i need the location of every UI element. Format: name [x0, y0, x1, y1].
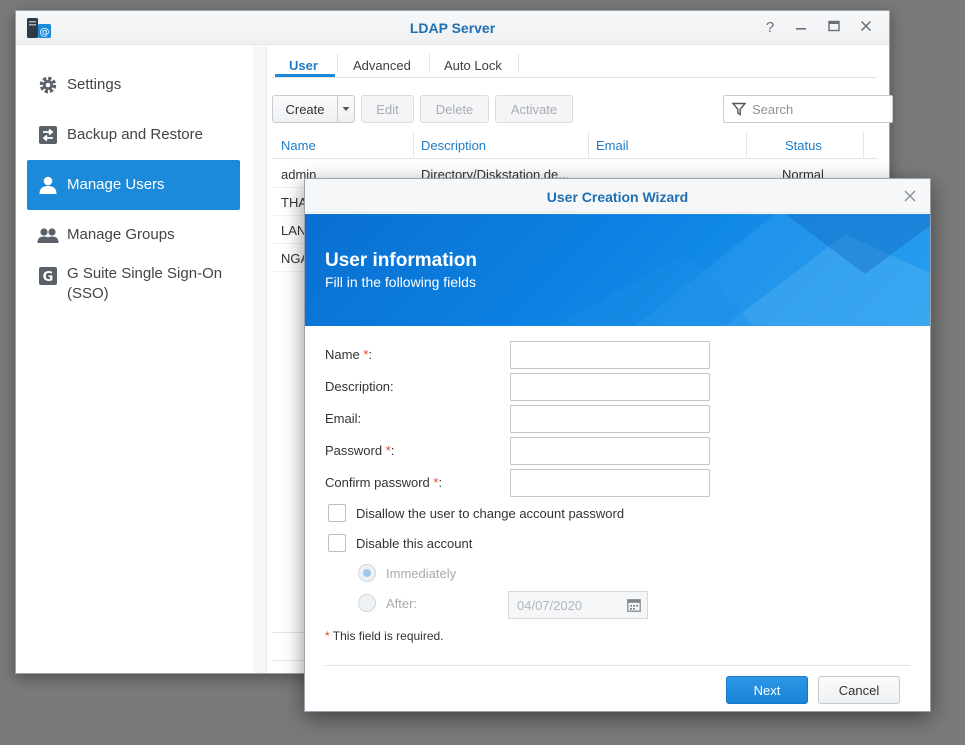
create-button[interactable]: Create	[272, 95, 338, 123]
column-divider[interactable]	[746, 132, 747, 159]
cell-name: LAN	[281, 223, 307, 238]
help-icon[interactable]: ?	[760, 18, 780, 38]
svg-text:G: G	[43, 270, 54, 285]
sidebar-item-manage-users[interactable]: Manage Users	[27, 160, 240, 210]
sidebar-item-manage-groups[interactable]: Manage Groups	[27, 210, 240, 260]
create-dropdown-button[interactable]	[337, 95, 355, 123]
user-icon	[37, 174, 59, 196]
name-field[interactable]	[510, 341, 710, 369]
active-tab-indicator	[275, 74, 335, 77]
sidebar-item-g-suite-sso[interactable]: G G Suite Single Sign-On (SSO)	[27, 260, 240, 318]
dialog-divider	[325, 665, 910, 666]
password-field[interactable]	[510, 437, 710, 465]
sidebar-item-label: Manage Users	[67, 176, 165, 193]
user-creation-wizard-dialog: User Creation Wizard User information Fi…	[304, 178, 931, 712]
immediately-label: Immediately	[386, 566, 457, 581]
column-header-status[interactable]: Status	[785, 138, 822, 153]
sidebar-item-label: Settings	[67, 76, 122, 93]
password-label: Password *:	[325, 443, 395, 458]
description-label: Description:	[325, 379, 394, 394]
close-icon[interactable]	[904, 186, 916, 207]
sidebar: Settings Backup and Restore Manage Users	[16, 46, 267, 673]
group-icon	[37, 224, 59, 246]
name-label: Name *:	[325, 347, 372, 362]
column-header-name[interactable]: Name	[281, 138, 316, 153]
search-box[interactable]	[723, 95, 893, 123]
required-asterisk: *	[325, 629, 330, 643]
column-header-email[interactable]: Email	[596, 138, 629, 153]
activate-button[interactable]: Activate	[495, 95, 573, 123]
banner-title: User information	[325, 250, 478, 271]
column-divider[interactable]	[863, 132, 864, 159]
column-divider[interactable]	[413, 132, 414, 159]
disable-account-label: Disable this account	[356, 536, 473, 551]
banner-subtitle: Fill in the following fields	[325, 274, 476, 290]
date-value: 04/07/2020	[517, 597, 583, 613]
window-titlebar[interactable]: @ LDAP Server ?	[16, 11, 889, 45]
search-input[interactable]	[752, 101, 882, 117]
dialog-title: User Creation Wizard	[546, 189, 689, 205]
tab-divider	[337, 54, 338, 72]
email-field[interactable]	[510, 405, 710, 433]
sidebar-item-label: Manage Groups	[67, 226, 175, 243]
sidebar-item-backup-restore[interactable]: Backup and Restore	[27, 110, 240, 160]
dialog-titlebar[interactable]: User Creation Wizard	[305, 179, 930, 213]
disable-account-checkbox[interactable]	[328, 534, 346, 552]
required-note: * This field is required.	[325, 629, 444, 643]
after-label: After:	[386, 596, 418, 611]
wizard-banner: User information Fill in the following f…	[305, 214, 930, 326]
edit-button[interactable]: Edit	[361, 95, 414, 123]
email-label: Email:	[325, 411, 362, 426]
description-field[interactable]	[510, 373, 710, 401]
table-header: Name Description Email Status	[272, 132, 877, 159]
tab-divider	[429, 54, 430, 72]
column-divider[interactable]	[588, 132, 589, 159]
tab-bar: User Advanced Auto Lock	[272, 46, 877, 78]
tab-advanced[interactable]: Advanced	[353, 58, 411, 73]
chevron-down-icon	[342, 107, 350, 111]
sidebar-item-settings[interactable]: Settings	[27, 60, 240, 110]
confirm-password-label: Confirm password *:	[325, 475, 443, 490]
tab-auto-lock[interactable]: Auto Lock	[444, 58, 502, 73]
tab-divider	[518, 54, 519, 72]
immediately-radio[interactable]	[358, 564, 376, 582]
next-button[interactable]: Next	[726, 676, 808, 704]
after-radio[interactable]	[358, 594, 376, 612]
g-suite-icon: G	[37, 265, 59, 287]
calendar-icon[interactable]	[627, 598, 641, 612]
minimize-icon[interactable]	[791, 18, 811, 38]
window-title: LDAP Server	[409, 20, 496, 36]
disallow-password-change-label: Disallow the user to change account pass…	[356, 506, 625, 521]
column-header-description[interactable]: Description	[421, 138, 486, 153]
backup-icon	[37, 124, 59, 146]
cancel-button[interactable]: Cancel	[818, 676, 900, 704]
maximize-icon[interactable]	[824, 18, 844, 38]
date-field[interactable]: 04/07/2020	[508, 591, 648, 619]
gear-icon	[37, 74, 59, 96]
filter-icon	[732, 102, 746, 116]
sidebar-item-label: G Suite Single Sign-On (SSO)	[67, 265, 223, 302]
confirm-password-field[interactable]	[510, 469, 710, 497]
tab-user[interactable]: User	[289, 58, 318, 73]
sidebar-item-label: Backup and Restore	[67, 126, 203, 143]
delete-button[interactable]: Delete	[420, 95, 489, 123]
disallow-password-change-checkbox[interactable]	[328, 504, 346, 522]
close-icon[interactable]	[856, 18, 876, 38]
